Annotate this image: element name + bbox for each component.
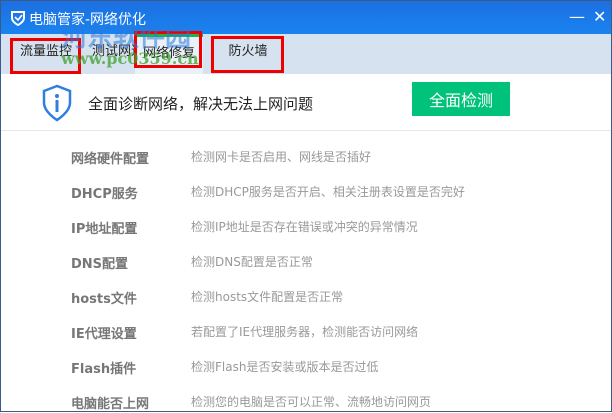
check-item: hosts文件 检测hosts文件配置是否正常 <box>1 288 611 308</box>
tab-network-repair[interactable]: 网络修复 <box>135 34 203 74</box>
check-item-desc: 检测DNS配置是否正常 <box>191 255 313 269</box>
check-item: DNS配置 检测DNS配置是否正常 <box>1 253 611 273</box>
check-item-name: 网络硬件配置 <box>71 152 150 167</box>
check-item-name: DHCP服务 <box>71 187 138 202</box>
header-message: 全面诊断网络，解决无法上网问题 <box>88 95 314 113</box>
title-bar: 电脑管家-网络优化 — ✕ <box>1 1 611 34</box>
check-item-name: Flash插件 <box>71 362 137 377</box>
window: 电脑管家-网络优化 — ✕ 流量监控 测试网速 网络修复 防火墙 全面诊断网络，… <box>0 0 612 412</box>
info-shield-icon <box>42 84 72 122</box>
tab-traffic-monitor[interactable]: 流量监控 <box>11 34 81 74</box>
check-item: IP地址配置 检测IP地址是否存在错误或冲突的异常情况 <box>1 218 611 238</box>
tab-firewall[interactable]: 防火墙 <box>213 34 283 74</box>
check-item-name: IP地址配置 <box>71 222 138 237</box>
window-title: 电脑管家-网络优化 <box>29 12 147 28</box>
check-item-name: 电脑能否上网 <box>71 397 150 412</box>
header: 全面诊断网络，解决无法上网问题 全面检测 <box>1 74 611 131</box>
full-scan-button[interactable]: 全面检测 <box>412 82 510 116</box>
check-item: Flash插件 检测Flash是否安装或版本是否过低 <box>1 358 611 378</box>
tab-bar: 流量监控 测试网速 网络修复 防火墙 <box>1 34 611 74</box>
check-item: DHCP服务 检测DHCP服务是否开启、相关注册表设置是否完好 <box>1 183 611 203</box>
shield-logo-icon <box>11 11 25 26</box>
check-item-name: DNS配置 <box>71 257 129 272</box>
check-item-desc: 检测网卡是否启用、网线是否插好 <box>191 150 372 164</box>
check-item-desc: 检测DHCP服务是否开启、相关注册表设置是否完好 <box>191 185 465 199</box>
check-item-desc: 检测hosts文件配置是否正常 <box>191 290 344 304</box>
check-item: 电脑能否上网 检测您的电脑是否可以正常、流畅地访问网页 <box>1 393 611 413</box>
minimize-button[interactable]: — <box>569 7 585 26</box>
check-item-desc: 检测IP地址是否存在错误或冲突的异常情况 <box>191 220 418 234</box>
check-item-desc: 若配置了IE代理服务器，检测能否访问网络 <box>191 325 419 339</box>
check-item-name: hosts文件 <box>71 292 137 307</box>
check-item-desc: 检测您的电脑是否可以正常、流畅地访问网页 <box>191 395 432 409</box>
check-item-desc: 检测Flash是否安装或版本是否过低 <box>191 360 379 374</box>
close-button[interactable]: ✕ <box>593 7 606 26</box>
check-item: 网络硬件配置 检测网卡是否启用、网线是否插好 <box>1 148 611 168</box>
check-item-name: IE代理设置 <box>71 327 137 342</box>
check-item: IE代理设置 若配置了IE代理服务器，检测能否访问网络 <box>1 323 611 343</box>
